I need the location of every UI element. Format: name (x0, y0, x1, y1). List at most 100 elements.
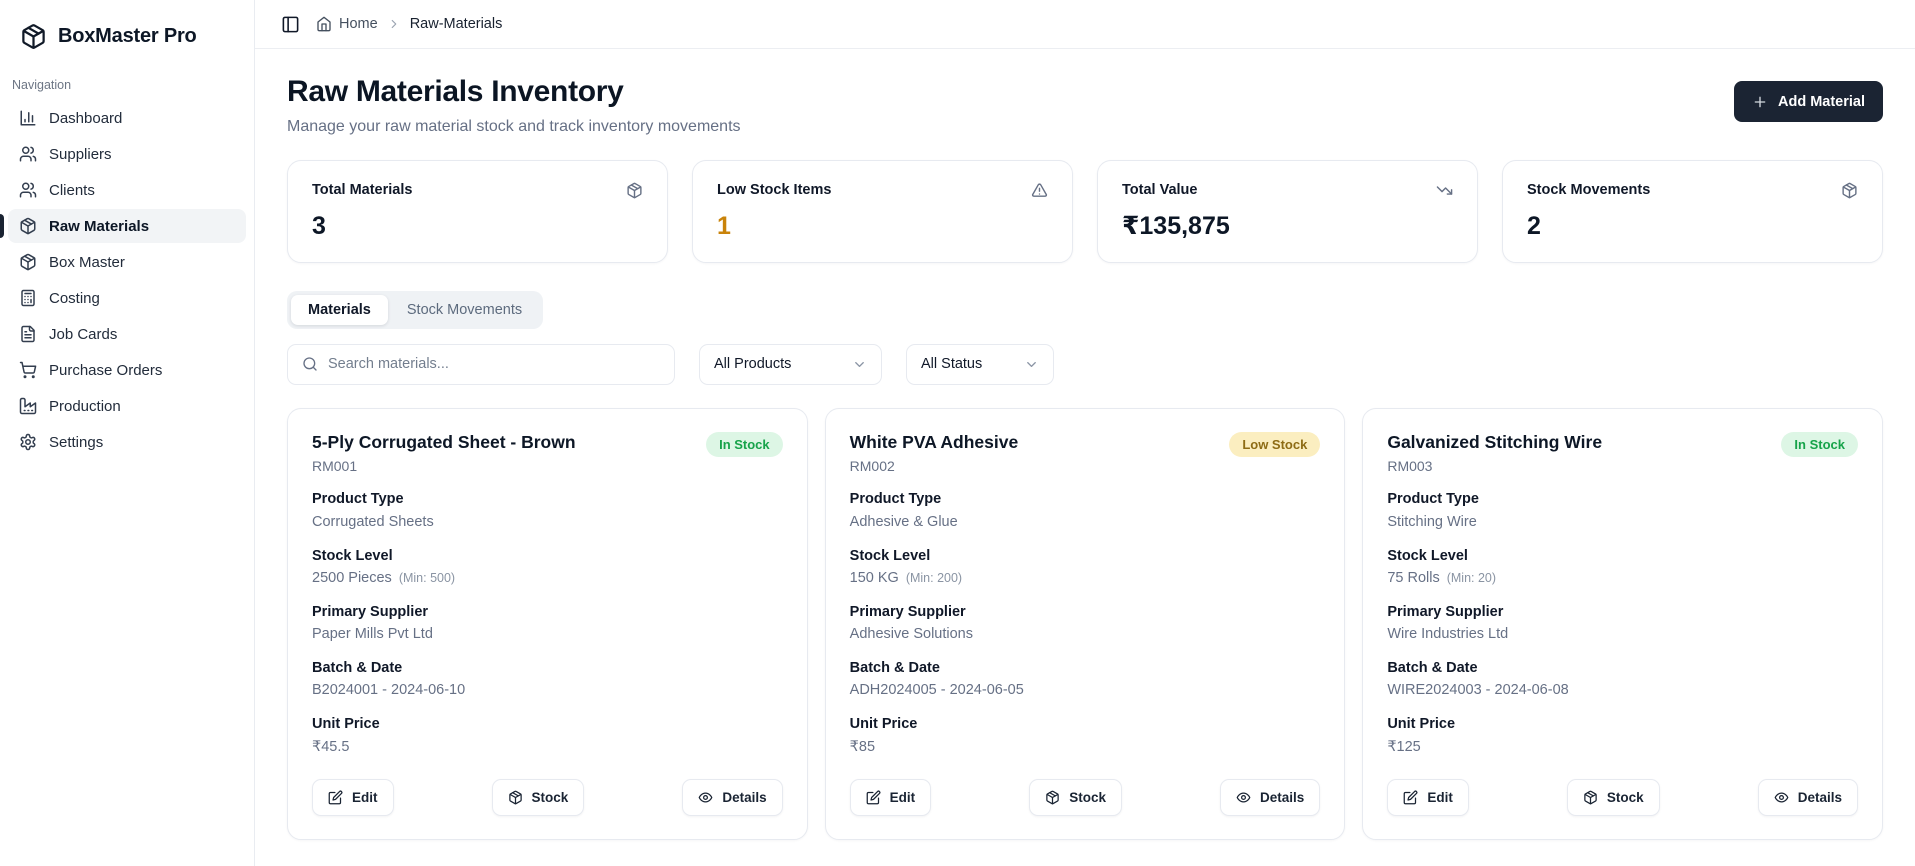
package-icon (626, 182, 643, 199)
sidebar-item-costing[interactable]: Costing (8, 281, 246, 315)
bar-chart-icon (19, 109, 37, 127)
card-actions: Edit Stock Details (849, 778, 1321, 816)
add-material-button[interactable]: Add Material (1733, 81, 1883, 122)
material-card: 5-Ply Corrugated Sheet - Brown RM001 In … (287, 407, 808, 840)
package-icon (19, 217, 37, 235)
calculator-icon (19, 289, 37, 307)
filter-row: All Products All Status (287, 343, 1883, 385)
field-primary-supplier: Primary Supplier Adhesive Solutions (849, 603, 973, 642)
sidebar-toggle-icon[interactable] (281, 15, 300, 34)
card-actions: Edit Stock Details (1387, 778, 1858, 816)
stock-button[interactable]: Stock (1029, 778, 1122, 816)
page-content: Raw Materials Inventory Manage your raw … (255, 49, 1915, 866)
status-badge: In Stock (706, 431, 783, 457)
sidebar-item-label: Clients (49, 181, 95, 199)
gear-icon (19, 433, 37, 451)
material-name: 5-Ply Corrugated Sheet - Brown (312, 431, 576, 452)
sidebar-item-clients[interactable]: Clients (8, 173, 246, 207)
stock-min: (Min: 20) (1446, 570, 1497, 585)
package-icon (508, 790, 523, 805)
search-input[interactable] (328, 356, 660, 372)
details-button[interactable]: Details (1220, 778, 1321, 816)
stat-card-low-stock: Low Stock Items 1 (692, 159, 1073, 263)
chevron-down-icon (852, 357, 867, 372)
breadcrumb-home-label: Home (339, 16, 378, 32)
field-batch-date: Batch & Date ADH2024005 - 2024-06-05 (849, 660, 1024, 699)
sidebar-item-label: Box Master (49, 253, 125, 271)
users-icon (19, 145, 37, 163)
stat-label: Low Stock Items (717, 182, 832, 198)
breadcrumb: Home Raw-Materials (316, 16, 502, 32)
chevron-right-icon (387, 17, 401, 31)
edit-icon (328, 790, 343, 805)
status-badge: In Stock (1781, 431, 1858, 457)
details-button[interactable]: Details (1757, 778, 1858, 816)
tab-bar: Materials Stock Movements (287, 290, 544, 329)
stat-value: 3 (312, 211, 326, 240)
stock-min: (Min: 500) (398, 570, 456, 585)
product-filter-select[interactable]: All Products (699, 343, 882, 385)
field-batch-date: Batch & Date WIRE2024003 - 2024-06-08 (1387, 660, 1569, 699)
stat-card-total-value: Total Value ₹135,875 (1097, 159, 1478, 263)
sidebar-item-suppliers[interactable]: Suppliers (8, 137, 246, 171)
field-product-type: Product Type Adhesive & Glue (849, 491, 958, 530)
eye-icon (1774, 790, 1789, 805)
page-header: Raw Materials Inventory Manage your raw … (287, 75, 1883, 136)
sidebar-item-box-master[interactable]: Box Master (8, 245, 246, 279)
field-primary-supplier: Primary Supplier Paper Mills Pvt Ltd (312, 603, 433, 642)
topbar: Home Raw-Materials (255, 0, 1915, 49)
package-icon (1583, 790, 1598, 805)
edit-button[interactable]: Edit (849, 778, 932, 816)
chevron-down-icon (1024, 357, 1039, 372)
stat-label: Total Materials (312, 182, 413, 198)
sidebar-item-raw-materials[interactable]: Raw Materials (0, 209, 246, 243)
status-badge: Low Stock (1229, 431, 1321, 457)
sidebar-item-production[interactable]: Production (8, 389, 246, 423)
material-card: Galvanized Stitching Wire RM003 In Stock… (1362, 407, 1883, 840)
sidebar-item-label: Dashboard (49, 109, 123, 127)
eye-icon (1236, 790, 1251, 805)
plus-icon (1752, 94, 1768, 110)
page-subtitle: Manage your raw material stock and track… (287, 117, 741, 135)
material-name: Galvanized Stitching Wire (1387, 431, 1603, 452)
sidebar-item-purchase-orders[interactable]: Purchase Orders (8, 353, 246, 387)
trending-down-icon (1436, 182, 1453, 199)
details-button[interactable]: Details (682, 778, 783, 816)
field-product-type: Product Type Corrugated Sheets (312, 491, 434, 530)
sidebar-item-job-cards[interactable]: Job Cards (8, 317, 246, 351)
shopping-cart-icon (19, 361, 37, 379)
package-icon (1841, 182, 1858, 199)
sidebar-item-dashboard[interactable]: Dashboard (8, 101, 246, 135)
sidebar-item-label: Suppliers (49, 145, 112, 163)
tab-stock-movements[interactable]: Stock Movements (390, 295, 539, 325)
stock-button[interactable]: Stock (491, 778, 585, 816)
sidebar-item-settings[interactable]: Settings (8, 425, 246, 459)
edit-button[interactable]: Edit (312, 778, 394, 816)
stat-value: 2 (1527, 211, 1541, 240)
field-stock-level: Stock Level 150 KG (Min: 200) (849, 547, 963, 586)
edit-button[interactable]: Edit (1387, 778, 1469, 816)
field-unit-price: Unit Price ₹125 (1387, 716, 1456, 755)
stat-value: ₹135,875 (1122, 211, 1230, 240)
stat-label: Stock Movements (1527, 182, 1651, 198)
alert-triangle-icon (1031, 182, 1048, 199)
material-code: RM001 (312, 458, 358, 475)
edit-icon (1403, 790, 1418, 805)
package-icon (19, 253, 37, 271)
stock-button[interactable]: Stock (1566, 778, 1660, 816)
status-filter-select[interactable]: All Status (906, 343, 1054, 385)
users-icon (19, 181, 37, 199)
field-unit-price: Unit Price ₹85 (849, 716, 918, 755)
sidebar-item-label: Costing (49, 289, 100, 307)
nav-section-label: Navigation (12, 78, 72, 92)
main-area: Home Raw-Materials Raw Materials Invento… (255, 0, 1915, 866)
breadcrumb-home-link[interactable]: Home (316, 16, 378, 32)
app-name: BoxMaster Pro (58, 24, 197, 47)
field-primary-supplier: Primary Supplier Wire Industries Ltd (1387, 603, 1509, 642)
field-stock-level: Stock Level 75 Rolls (Min: 20) (1387, 547, 1497, 586)
app-logo: BoxMaster Pro (0, 14, 254, 58)
edit-icon (866, 790, 881, 805)
tab-materials[interactable]: Materials (291, 294, 388, 325)
stat-card-total-materials: Total Materials 3 (287, 159, 668, 263)
sidebar-item-label: Job Cards (49, 325, 118, 343)
